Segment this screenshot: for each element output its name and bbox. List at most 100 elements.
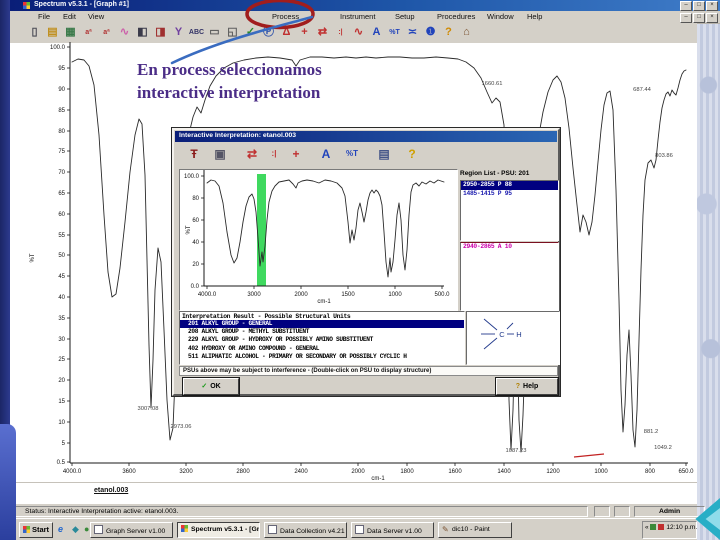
menu-setup[interactable]: Setup — [395, 12, 415, 21]
annotation-line-2: interactive interpretation — [137, 83, 321, 102]
region-list-item[interactable]: 1485-1415 P 95 — [461, 190, 558, 199]
dialog-expand-x-icon[interactable]: ⇄ — [242, 144, 262, 164]
slide-annotation: En process seleccionamos interactive int… — [137, 58, 322, 104]
copy-page-icon[interactable]: ◱ — [224, 24, 241, 41]
menu-procedures[interactable]: Procedures — [437, 12, 475, 21]
ok-button[interactable]: ✓ OK — [182, 377, 240, 396]
menu-process[interactable]: Process — [272, 12, 299, 21]
text-a-icon[interactable]: A — [368, 24, 385, 41]
menu-help[interactable]: Help — [527, 12, 542, 21]
start-button[interactable]: Start — [19, 522, 53, 538]
baseline-icon[interactable]: ≍ — [404, 24, 421, 41]
crosshair-icon[interactable]: + — [296, 24, 313, 41]
dialog-help-icon[interactable]: ? — [402, 144, 422, 164]
task-icon — [94, 525, 103, 534]
region-list-header: Region List - PSU: 201 — [460, 170, 530, 177]
curve-tab-etanol[interactable]: etanol.003 — [94, 487, 128, 494]
result-row[interactable]: 201 ALKYL GROUP - GENERAL — [180, 320, 464, 329]
check-icon: ✓ — [201, 383, 208, 390]
task-icon — [268, 525, 277, 534]
exit-door-icon[interactable]: ⌂ — [458, 24, 475, 41]
help-icon[interactable]: ? — [440, 24, 457, 41]
expand-x-icon[interactable]: ⇄ — [314, 24, 331, 41]
system-tray: « 12:10 p.m. — [642, 521, 697, 539]
window-maximize-button[interactable]: □ — [693, 13, 705, 23]
format-a1-icon[interactable]: aª — [80, 24, 97, 41]
results-header: Interpretation Result - Possible Structu… — [182, 313, 351, 320]
slide-corner-block — [0, 424, 16, 540]
status-cell-1 — [594, 506, 610, 517]
annotation-line-1: En process seleccionamos — [137, 60, 322, 79]
window-close-button[interactable]: × — [706, 13, 718, 23]
new-file-icon[interactable]: ▯ — [26, 24, 43, 41]
status-text: Status: Interactive Interpretation activ… — [14, 506, 588, 517]
slide-right-strip — [697, 23, 720, 540]
menu-instrument[interactable]: Instrument — [340, 12, 375, 21]
curve-tool-icon[interactable]: ∿ — [350, 24, 367, 41]
status-user: Admin — [634, 506, 705, 517]
format-a2-icon[interactable]: aª — [98, 24, 115, 41]
window-close-button[interactable]: × — [706, 1, 718, 11]
taskbar-task-1[interactable]: Graph Server v1.00 — [90, 522, 173, 538]
menu-window[interactable]: Window — [487, 12, 514, 21]
dialog-details-list-icon[interactable]: ▤ — [374, 144, 394, 164]
open-folder-icon[interactable]: ▤ — [44, 24, 61, 41]
tray-volume-icon[interactable] — [657, 524, 664, 530]
cursor-pair-icon[interactable]: :| — [332, 24, 349, 41]
taskbar-task-2[interactable]: Spectrum v5.3.1 - [Gr... — [177, 522, 260, 538]
tray-status-icon[interactable] — [649, 524, 656, 530]
dialog-cursor-pair-icon[interactable]: :| — [264, 144, 284, 164]
region-list-box-1[interactable]: 2950-2855 P 88 1485-1415 P 95 — [460, 180, 559, 241]
info-one-icon[interactable]: ❶ — [422, 24, 439, 41]
interpretation-results-list[interactable]: Interpretation Result - Possible Structu… — [179, 311, 465, 365]
tray-collapse-button[interactable]: « — [645, 524, 649, 531]
channels-icon[interactable]: ● — [84, 524, 89, 535]
peak-triangle-icon[interactable]: Δ — [278, 24, 295, 41]
abc-label-icon[interactable]: ABC — [188, 24, 205, 41]
help-button[interactable]: ? Help — [495, 377, 559, 396]
app-icon — [23, 2, 30, 9]
check-tool-icon[interactable]: ✓ — [242, 24, 259, 41]
view-split1-icon[interactable]: ◧ — [134, 24, 151, 41]
window-minimize-button[interactable]: – — [680, 1, 692, 11]
dialog-text-a-icon[interactable]: A — [316, 144, 336, 164]
dialog-percent-t-icon[interactable]: %T — [342, 144, 362, 164]
clock: 12:10 p.m. — [664, 524, 698, 531]
dialog-report-check-icon[interactable]: ▣ — [210, 144, 230, 164]
percent-t-icon[interactable]: %T — [386, 24, 403, 41]
window-controls-document: – □ × — [680, 13, 718, 23]
window-maximize-button[interactable]: □ — [693, 1, 705, 11]
status-bar: Status: Interactive Interpretation activ… — [10, 503, 705, 519]
window-controls-app: – □ × — [680, 1, 718, 11]
dialog-region-tool-icon[interactable]: Ŧ — [184, 144, 204, 164]
sample-table-icon[interactable]: Y — [170, 24, 187, 41]
taskbar-task-5[interactable]: ✎ dic10 - Paint — [438, 522, 512, 538]
result-row[interactable]: 208 ALKYL GROUP - METHYL SUBSTITUENT — [180, 328, 464, 336]
taskbar-task-4[interactable]: Data Server v1.00 — [351, 522, 434, 538]
menu-edit[interactable]: Edit — [63, 12, 76, 21]
overlay-spectra-icon[interactable]: ∿ — [116, 24, 133, 41]
result-row[interactable]: 229 ALKYL GROUP - HYDROXY OR POSSIBLY AM… — [180, 336, 464, 344]
taskbar-task-3[interactable]: Data Collection v4.21 — [264, 522, 347, 538]
menu-view[interactable]: View — [88, 12, 104, 21]
region-list-box-2[interactable]: 2940-2865 A 10 — [460, 242, 559, 311]
result-row[interactable]: 511 ALIPHATIC ALCOHOL - PRIMARY OR SECON… — [180, 353, 464, 361]
dialog-title-bar[interactable]: Interactive Interpretation: etanol.003 — [175, 131, 557, 142]
save-list-icon[interactable]: ▦ — [62, 24, 79, 41]
zoom-p-icon[interactable]: Ⓟ — [260, 24, 277, 41]
app-title-bar: Spectrum v5.3.1 - [Graph #1] – □ × — [10, 0, 720, 11]
task-icon — [355, 525, 364, 534]
menu-file[interactable]: File — [38, 12, 50, 21]
desktop-icon[interactable]: ◆ — [72, 524, 79, 535]
result-row[interactable]: 402 HYDROXY OR AMINO COMPOUND - GENERAL — [180, 345, 464, 353]
curve-tab-row: etanol.003 — [10, 482, 697, 504]
windows-flag-icon — [22, 526, 30, 533]
region-list-item[interactable]: 2950-2855 P 88 — [461, 181, 558, 190]
app-title: Spectrum v5.3.1 - [Graph #1] — [34, 1, 129, 8]
print-icon[interactable]: ▭ — [206, 24, 223, 41]
dialog-crosshair-icon[interactable]: + — [286, 144, 306, 164]
window-minimize-button[interactable]: – — [680, 13, 692, 23]
ie-icon[interactable]: e — [58, 524, 63, 535]
view-split2-icon[interactable]: ◨ — [152, 24, 169, 41]
region-list-item[interactable]: 2940-2865 A 10 — [461, 243, 558, 252]
